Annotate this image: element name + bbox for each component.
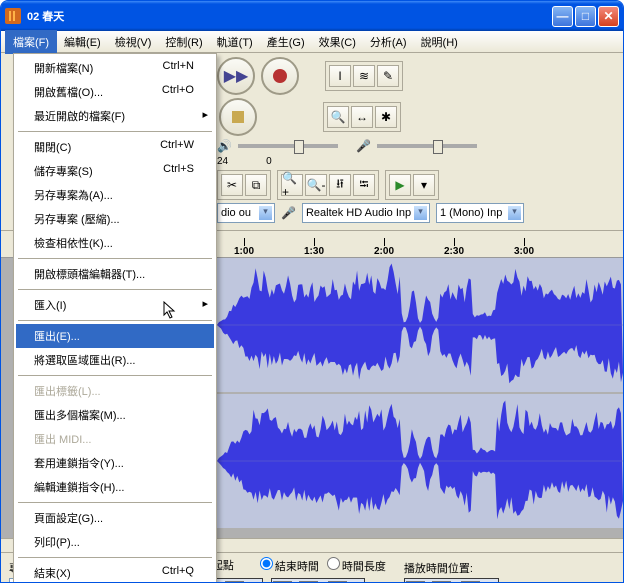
play-position-label: 播放時間位置: [404,560,499,576]
end-time-radio[interactable]: 結束時間 [260,557,319,574]
tools-group: I ≋ ✎ [325,61,403,91]
input-device-icon [281,206,296,220]
menu-item[interactable]: 檢查相依性(K)... [16,231,214,255]
length-radio[interactable]: 時間長度 [327,557,386,574]
menu-item[interactable]: 另存專案 (壓縮)... [16,207,214,231]
menu-item[interactable]: 匯入(I)▸ [16,293,214,317]
menu-item[interactable]: 關閉(C)Ctrl+W [16,135,214,159]
menu-item[interactable]: 列印(P)... [16,530,214,554]
output-device-combo[interactable]: dio ou [217,203,275,223]
envelope-tool[interactable]: ≋ [353,65,375,87]
maximize-button[interactable]: □ [575,6,596,27]
menu-item: 匯出標籤(L)... [16,379,214,403]
meter-label-zero: 0 [266,156,272,167]
menu-edit[interactable]: 編輯(E) [57,31,108,53]
menu-item[interactable]: 匯出多個檔案(M)... [16,403,214,427]
timeline-tick: 2:30 [444,238,464,257]
play-button[interactable]: ▶ [389,174,411,196]
menu-item[interactable]: 開啟標頭檔編輯器(T)... [16,262,214,286]
menubar: 檔案(F) 編輯(E) 檢視(V) 控制(R) 軌道(T) 產生(G) 效果(C… [1,31,623,53]
meter-label-left: 24 [217,156,228,167]
zoom-fit-button[interactable]: ⭿ [329,174,351,196]
draw-tool[interactable]: ✎ [377,65,399,87]
multi-tool[interactable]: ✱ [375,106,397,128]
timeline-tick: 2:00 [374,238,394,257]
menu-tracks[interactable]: 軌道(T) [210,31,260,53]
copy-button[interactable]: ⧉ [245,174,267,196]
input-slider[interactable] [377,144,477,148]
record-button[interactable] [261,57,299,95]
speaker-icon [217,139,232,153]
menu-item[interactable]: 匯出(E)... [16,324,214,348]
menu-help[interactable]: 說明(H) [414,31,465,53]
app-icon [5,8,21,24]
selection-tool[interactable]: I [329,65,351,87]
tools-group-2: 🔍 ↔ ✱ [323,102,401,132]
menu-item[interactable]: 將選取區域匯出(R)... [16,348,214,372]
selection-end-time[interactable]: 00h 00m 00s ▾ [271,578,366,583]
forward-button[interactable]: ▶▶ [217,57,255,95]
timeshift-tool[interactable]: ↔ [351,106,373,128]
menu-item[interactable]: 套用連鎖指令(Y)... [16,451,214,475]
play-menu-button[interactable]: ▾ [413,174,435,196]
input-device-combo[interactable]: Realtek HD Audio Inp [302,203,430,223]
menu-generate[interactable]: 產生(G) [260,31,312,53]
titlebar[interactable]: 02 春天 — □ ✕ [1,1,623,31]
timeline-tick: 3:00 [514,238,534,257]
play-position-time[interactable]: 00h 00m 00s ▾ [404,578,499,583]
volume-slider[interactable] [238,144,338,148]
menu-transport[interactable]: 控制(R) [158,31,209,53]
stop-icon [232,111,244,123]
menu-item[interactable]: 開新檔案(N)Ctrl+N [16,56,214,80]
menu-item[interactable]: 另存專案為(A)... [16,183,214,207]
waveform-channel-left[interactable] [217,258,623,392]
menu-item[interactable]: 開啟舊檔(O)...Ctrl+O [16,80,214,104]
zoom-out-button[interactable]: 🔍- [305,174,327,196]
cut-button[interactable]: ✂ [221,174,243,196]
file-menu-dropdown: 開新檔案(N)Ctrl+N開啟舊檔(O)...Ctrl+O最近開啟的檔案(F)▸… [13,53,217,583]
edit-group: ✂ ⧉ [217,170,271,200]
waveform-channel-right[interactable] [217,394,623,528]
zoom-tool[interactable]: 🔍 [327,106,349,128]
menu-item: 匯出 MIDI... [16,427,214,451]
zoom-sel-button[interactable]: ⭾ [353,174,375,196]
timeline-tick: 1:00 [234,238,254,257]
minimize-button[interactable]: — [552,6,573,27]
timeline-tick: 1:30 [304,238,324,257]
app-window: 02 春天 — □ ✕ 檔案(F) 編輯(E) 檢視(V) 控制(R) 軌道(T… [0,0,624,583]
menu-file[interactable]: 檔案(F) [5,30,57,54]
menu-item[interactable]: 最近開啟的檔案(F)▸ [16,104,214,128]
menu-item[interactable]: 結束(X)Ctrl+Q [16,561,214,583]
play-group: ▶ ▾ [385,170,439,200]
mic-icon [356,139,371,153]
menu-item[interactable]: 儲存專案(S)Ctrl+S [16,159,214,183]
close-button[interactable]: ✕ [598,6,619,27]
menu-item[interactable]: 編輯連鎖指令(H)... [16,475,214,499]
zoom-group: 🔍+ 🔍- ⭿ ⭾ [277,170,379,200]
menu-effect[interactable]: 效果(C) [312,31,363,53]
menu-view[interactable]: 檢視(V) [108,31,159,53]
record-icon [273,69,287,83]
menu-item[interactable]: 頁面設定(G)... [16,506,214,530]
menu-analyze[interactable]: 分析(A) [363,31,414,53]
stop-button[interactable] [219,98,257,136]
channels-combo[interactable]: 1 (Mono) Inp [436,203,524,223]
zoom-in-button[interactable]: 🔍+ [281,174,303,196]
window-title: 02 春天 [25,8,550,24]
